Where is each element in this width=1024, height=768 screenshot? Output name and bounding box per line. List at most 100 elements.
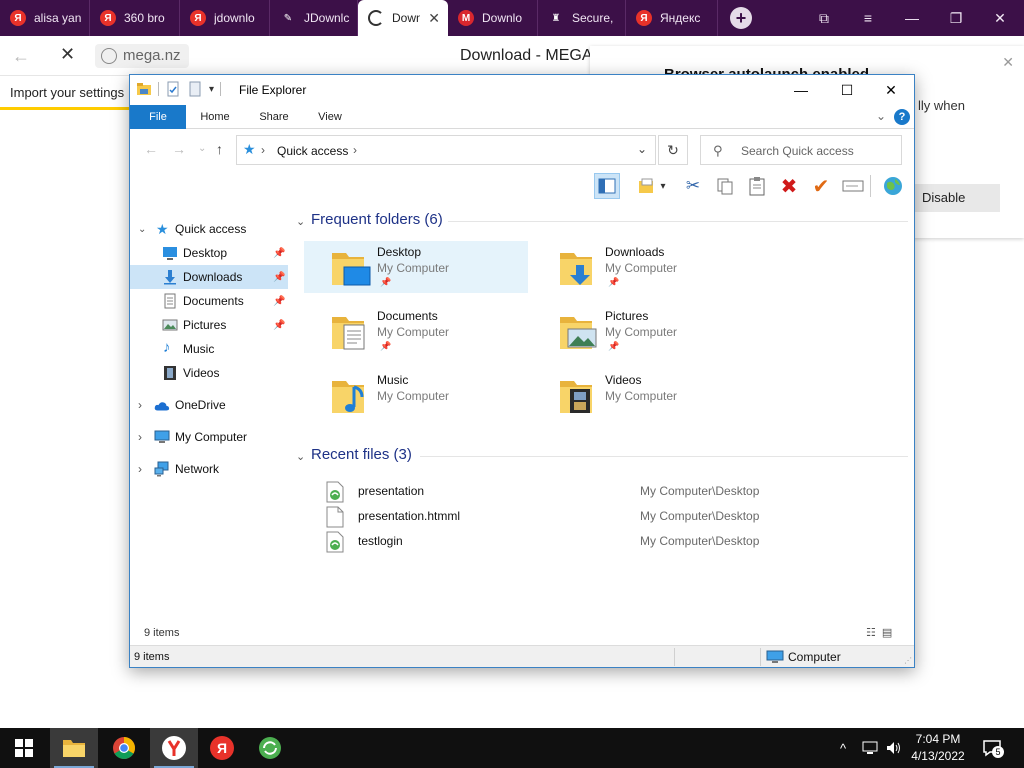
browser-tab-360[interactable]: Я 360 bro [90, 0, 180, 36]
back-button[interactable]: ← [144, 141, 158, 157]
folder-tile-videos[interactable]: Videos My Computer [532, 369, 756, 421]
cut-icon[interactable]: ✂ [680, 173, 706, 199]
browser-tab-secure[interactable]: ♜ Secure, [538, 0, 626, 36]
pin-icon[interactable]: 📌 [273, 248, 285, 259]
frequent-folders-header[interactable]: Frequent folders (6) [311, 211, 443, 228]
browser-tab-yandex[interactable]: Я Яндекс [626, 0, 718, 36]
recent-files-header[interactable]: Recent files (3) [311, 446, 412, 463]
folder-icon[interactable] [136, 81, 152, 97]
volume-tray-icon[interactable] [886, 728, 902, 768]
nav-desktop[interactable]: Desktop 📌 [130, 241, 288, 265]
rename-icon[interactable] [840, 173, 866, 199]
new-folder-icon[interactable] [187, 81, 203, 97]
forward-button[interactable]: → [172, 141, 186, 157]
recent-locations-button[interactable]: ⌄ [198, 143, 206, 154]
refresh-button[interactable]: ↻ [658, 135, 688, 165]
browser-restore-button[interactable]: ❐ [936, 0, 976, 36]
address-bar[interactable]: ★ › Quick access › ⌄ [236, 135, 656, 165]
browser-stop-button[interactable]: ✕ [60, 44, 75, 65]
tab-home[interactable]: Home [190, 105, 240, 129]
new-item-dropdown-icon[interactable]: ▾ [656, 173, 670, 199]
collapse-chevron-icon[interactable]: ⌄ [296, 215, 305, 228]
collapse-chevron-icon[interactable]: ⌄ [296, 450, 305, 463]
pin-icon[interactable]: 📌 [273, 296, 285, 307]
browser-minimize-button[interactable]: — [892, 0, 932, 36]
new-tab-button[interactable]: + [730, 7, 752, 29]
url-field[interactable]: mega.nz [95, 44, 189, 68]
pin-icon[interactable]: 📌 [273, 320, 285, 331]
nav-downloads[interactable]: Downloads 📌 [130, 265, 288, 289]
browser-tab-jdownloader[interactable]: ✎ JDownlc [270, 0, 358, 36]
tab-view[interactable]: View [308, 105, 352, 129]
network-tray-icon[interactable] [862, 728, 878, 768]
recent-file-row[interactable]: testlogin My Computer\Desktop [320, 529, 910, 553]
explorer-titlebar: ▾ File Explorer — ☐ ✕ [130, 75, 914, 105]
resize-grip-icon[interactable]: ⋰ [904, 656, 912, 665]
browser-tab-mega[interactable]: M Downlo [448, 0, 538, 36]
folder-tile-downloads[interactable]: Downloads My Computer 📌 [532, 241, 756, 293]
nav-my-computer[interactable]: › My Computer [130, 425, 288, 449]
breadcrumb-separator[interactable]: › [353, 143, 357, 157]
taskbar-sync-app[interactable] [246, 728, 294, 768]
taskbar-clock[interactable]: 7:04 PM 4/13/2022 [908, 731, 968, 765]
import-settings-bar[interactable]: Import your settings [0, 77, 140, 109]
ribbon-expand-icon[interactable]: ⌄ [876, 109, 886, 123]
folder-tile-documents[interactable]: Documents My Computer 📌 [304, 305, 528, 357]
tray-overflow-icon[interactable]: ^ [840, 728, 846, 768]
expand-chevron-icon[interactable]: › [138, 462, 142, 476]
properties-icon[interactable] [165, 81, 181, 97]
view-mode-icons[interactable]: ☷▤ [866, 626, 898, 639]
browser-tab-download-active[interactable]: Down ✕ [358, 0, 448, 36]
tab-close-icon[interactable]: ✕ [428, 10, 440, 27]
explorer-maximize-button[interactable]: ☐ [824, 75, 870, 105]
preview-pane-icon[interactable] [594, 173, 620, 199]
nav-network[interactable]: › Network [130, 457, 288, 481]
taskbar-yandex-browser[interactable] [150, 728, 198, 768]
browser-back-button[interactable]: ← [12, 46, 30, 67]
check-icon[interactable]: ✔ [808, 173, 834, 199]
nav-pictures[interactable]: Pictures 📌 [130, 313, 288, 337]
expand-chevron-icon[interactable]: › [138, 398, 142, 412]
help-icon[interactable]: ? [894, 109, 910, 125]
folder-tile-desktop[interactable]: Desktop My Computer 📌 [304, 241, 528, 293]
paste-icon[interactable] [744, 173, 770, 199]
start-button[interactable] [0, 728, 48, 768]
recent-file-row[interactable]: presentation My Computer\Desktop [320, 479, 910, 503]
up-button[interactable]: ↑ [216, 141, 223, 157]
nav-onedrive[interactable]: › OneDrive [130, 393, 288, 417]
disable-button[interactable]: Disable [910, 184, 1000, 212]
delete-icon[interactable]: ✖ [776, 173, 802, 199]
browser-close-button[interactable]: ✕ [980, 0, 1020, 36]
browser-tab-jdownlo[interactable]: Я jdownlo [180, 0, 270, 36]
tab-file[interactable]: File [130, 105, 186, 129]
nav-documents[interactable]: Documents 📌 [130, 289, 288, 313]
desktop-folder-icon [332, 253, 371, 286]
taskbar-yandex[interactable]: Я [198, 728, 246, 768]
pin-icon[interactable]: 📌 [273, 272, 285, 283]
tab-share[interactable]: Share [250, 105, 298, 129]
browser-tab-alisa[interactable]: Я alisa yan [0, 0, 90, 36]
explorer-close-button[interactable]: ✕ [868, 75, 914, 105]
taskbar-file-explorer[interactable] [50, 728, 98, 768]
nav-music[interactable]: ♪ Music [130, 337, 288, 361]
nav-videos[interactable]: Videos [130, 361, 288, 385]
explorer-minimize-button[interactable]: — [778, 75, 824, 105]
tabs-pin-button[interactable]: ⧉ [804, 0, 844, 36]
breadcrumb-separator[interactable]: › [261, 143, 265, 157]
expand-chevron-icon[interactable]: › [138, 430, 142, 444]
taskbar-chrome[interactable] [100, 728, 148, 768]
collapse-chevron-icon[interactable]: ⌄ [138, 224, 146, 235]
browser-menu-button[interactable]: ≡ [848, 0, 888, 36]
nav-quick-access[interactable]: ⌄ ★ Quick access [130, 217, 288, 241]
address-dropdown-icon[interactable]: ⌄ [637, 142, 647, 156]
notification-close-icon[interactable]: ✕ [1002, 54, 1014, 71]
recent-file-row[interactable]: presentation.htmml My Computer\Desktop [320, 504, 910, 528]
globe-icon[interactable] [880, 173, 906, 199]
breadcrumb-quick-access[interactable]: Quick access [277, 144, 348, 158]
action-center-icon[interactable]: 5 [982, 738, 1004, 758]
search-input[interactable]: ⚲ Search Quick access [700, 135, 902, 165]
folder-tile-pictures[interactable]: Pictures My Computer 📌 [532, 305, 756, 357]
copy-icon[interactable] [712, 173, 738, 199]
customize-toolbar-icon[interactable]: ▾ [209, 84, 214, 95]
folder-tile-music[interactable]: Music My Computer [304, 369, 528, 421]
